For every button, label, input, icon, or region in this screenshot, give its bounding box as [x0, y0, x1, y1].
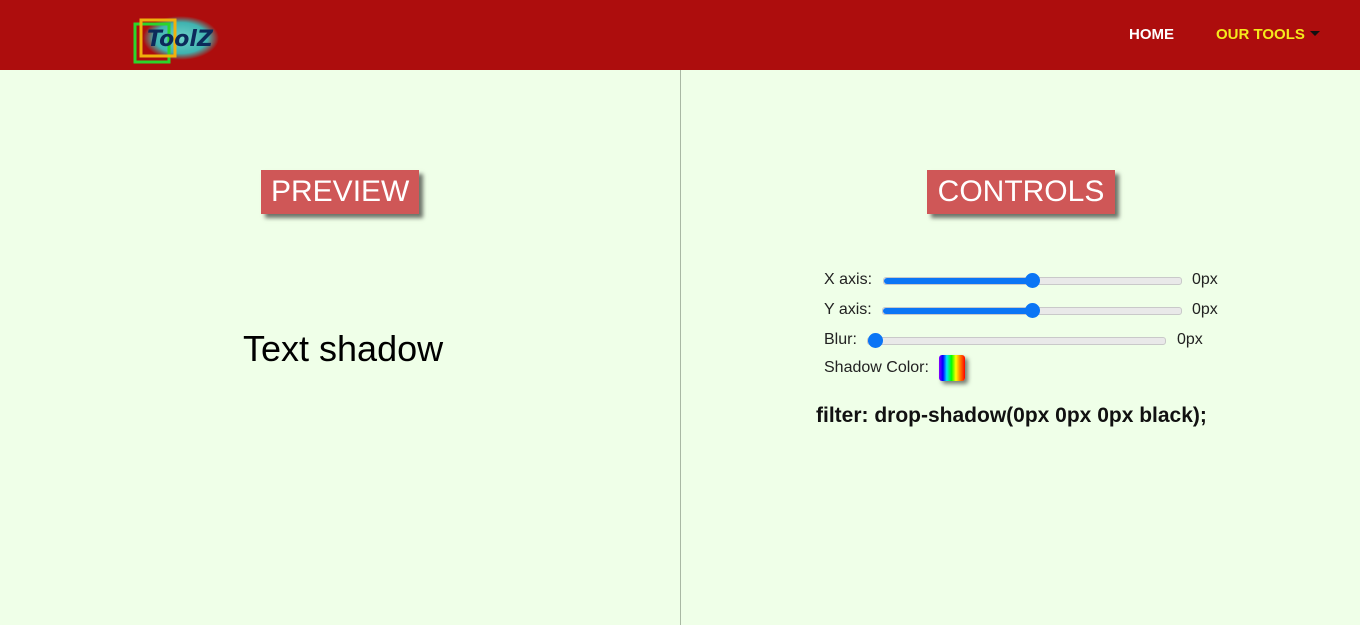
preview-sample-text: Text shadow: [243, 328, 444, 369]
x-axis-slider-fill: [884, 278, 1032, 284]
y-axis-slider-thumb[interactable]: [1024, 303, 1040, 318]
chevron-down-icon[interactable]: [1310, 31, 1320, 36]
nav-our-tools-link[interactable]: OUR TOOLS: [1216, 26, 1305, 43]
shadow-color-label: Shadow Color:: [824, 359, 929, 376]
panel-divider: [680, 70, 681, 625]
blur-slider-thumb[interactable]: [868, 333, 883, 348]
blur-value: 0px: [1177, 331, 1203, 348]
y-axis-slider[interactable]: [882, 303, 1182, 318]
controls-heading: CONTROLS: [927, 170, 1115, 214]
y-axis-label: Y axis:: [824, 301, 872, 318]
x-axis-value: 0px: [1192, 271, 1218, 288]
shadow-color-picker[interactable]: [939, 355, 965, 381]
preview-heading: PREVIEW: [261, 170, 419, 214]
navbar: ToolZ HOME OUR TOOLS: [0, 0, 1360, 70]
blur-label: Blur:: [824, 331, 857, 348]
x-axis-slider-thumb[interactable]: [1025, 273, 1040, 288]
logo-graphic: ToolZ: [133, 16, 219, 64]
y-axis-value: 0px: [1192, 301, 1218, 318]
y-axis-slider-fill: [883, 308, 1032, 314]
x-axis-slider[interactable]: [883, 273, 1182, 288]
nav-home-link[interactable]: HOME: [1129, 26, 1174, 43]
x-axis-label: X axis:: [824, 271, 873, 288]
logo-text: ToolZ: [147, 27, 214, 52]
blur-slider[interactable]: [867, 333, 1166, 348]
filter-css-output: filter: drop-shadow(0px 0px 0px black);: [816, 404, 1207, 427]
toolz-logo[interactable]: ToolZ: [133, 16, 221, 66]
